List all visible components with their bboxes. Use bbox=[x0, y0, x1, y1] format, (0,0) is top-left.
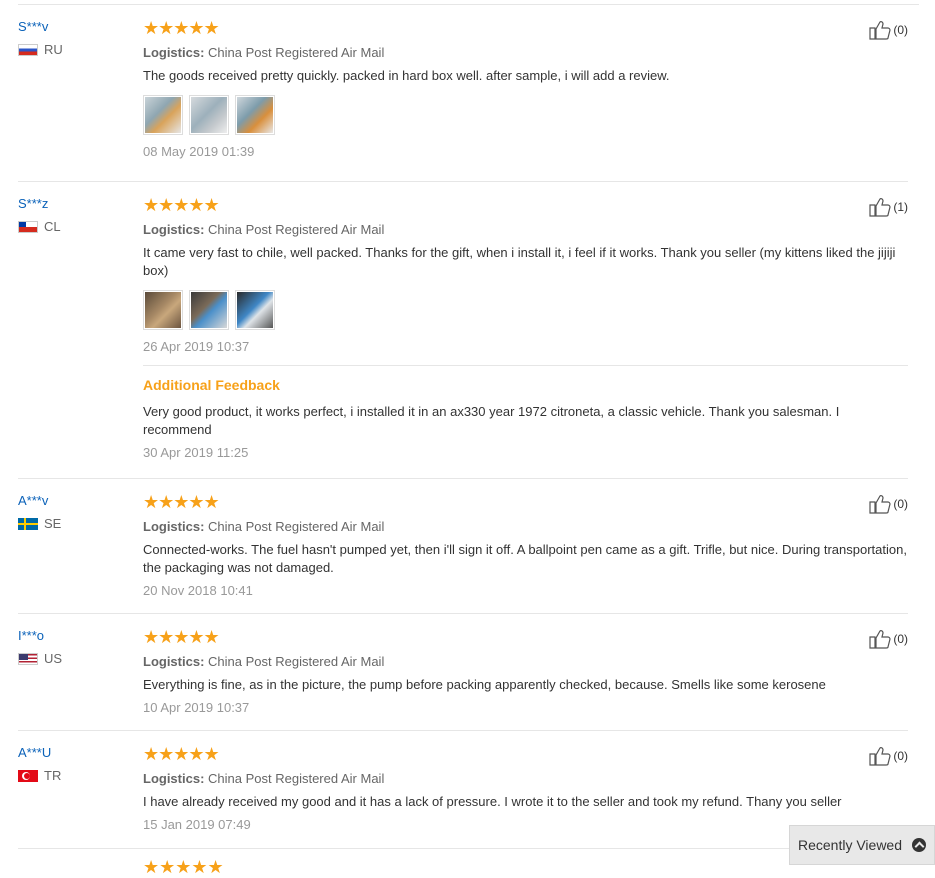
flag-se-icon bbox=[18, 517, 38, 530]
logistics-line: Logistics: China Post Registered Air Mai… bbox=[143, 770, 908, 787]
like-count: (0) bbox=[893, 632, 908, 646]
thumbs-up-icon bbox=[869, 198, 891, 217]
thumbs-up-icon bbox=[869, 495, 891, 514]
flag-cl-icon bbox=[18, 220, 38, 233]
logistics-value: China Post Registered Air Mail bbox=[208, 222, 385, 237]
like-button[interactable]: (0) bbox=[869, 494, 908, 514]
star-rating: ★★★★★ bbox=[143, 492, 220, 512]
logistics-line: Logistics: China Post Registered Air Mai… bbox=[143, 221, 908, 238]
reviewer-country: SE bbox=[18, 516, 128, 531]
reviewer-info: A***v SE bbox=[18, 492, 128, 531]
star-rating: ★★★★★ bbox=[143, 627, 220, 647]
like-button[interactable]: (0) bbox=[869, 20, 908, 40]
reviewer-country: US bbox=[18, 651, 128, 666]
country-code: TR bbox=[44, 768, 62, 783]
review-body: ★★★★★ Logistics: China Post Registered A… bbox=[143, 492, 908, 599]
reviewer-country: RU bbox=[18, 42, 128, 57]
reviewer-info: I***o US bbox=[18, 627, 128, 666]
logistics-line: Logistics: China Post Registered Air Mai… bbox=[143, 653, 908, 670]
review-date: 26 Apr 2019 10:37 bbox=[143, 339, 250, 354]
review-text: The goods received pretty quickly. packe… bbox=[143, 68, 670, 83]
thumbs-up-icon bbox=[869, 747, 891, 766]
review-item: A***v SE ★★★★★ Logistics: China Post Reg… bbox=[18, 492, 908, 614]
reviewer-info: S***z CL bbox=[18, 195, 128, 234]
divider bbox=[143, 365, 908, 366]
review-item: S***z CL ★★★★★ Logistics: China Post Reg… bbox=[18, 195, 908, 479]
logistics-line: Logistics: China Post Registered Air Mai… bbox=[143, 518, 908, 535]
review-photo-thumbnail[interactable] bbox=[235, 290, 275, 330]
review-text: Everything is fine, as in the picture, t… bbox=[143, 677, 826, 692]
logistics-label: Logistics: bbox=[143, 771, 205, 786]
review-item: I***o US ★★★★★ Logistics: China Post Reg… bbox=[18, 627, 908, 731]
like-count: (1) bbox=[893, 200, 908, 214]
additional-feedback-text: Very good product, it works perfect, i i… bbox=[143, 404, 840, 437]
reviewer-country: TR bbox=[18, 768, 128, 783]
logistics-value: China Post Registered Air Mail bbox=[208, 771, 385, 786]
star-rating: ★★★★★ bbox=[143, 744, 220, 764]
star-rating-partial: ★★★★★ bbox=[143, 857, 224, 877]
logistics-value: China Post Registered Air Mail bbox=[208, 654, 385, 669]
flag-ru-icon bbox=[18, 43, 38, 56]
logistics-label: Logistics: bbox=[143, 222, 205, 237]
reviewer-name[interactable]: I***o bbox=[18, 627, 128, 645]
review-photo-thumbnail[interactable] bbox=[189, 290, 229, 330]
logistics-value: China Post Registered Air Mail bbox=[208, 45, 385, 60]
reviewer-name[interactable]: S***z bbox=[18, 195, 128, 213]
chevron-up-icon bbox=[912, 838, 927, 852]
reviewer-info: S***v RU bbox=[18, 18, 128, 57]
recently-viewed-label: Recently Viewed bbox=[797, 837, 903, 853]
review-date: 10 Apr 2019 10:37 bbox=[143, 700, 250, 715]
review-photo-thumbnail[interactable] bbox=[143, 290, 183, 330]
review-photos bbox=[143, 95, 908, 135]
review-photo-thumbnail[interactable] bbox=[235, 95, 275, 135]
review-item: A***U TR ★★★★★ Logistics: China Post Reg… bbox=[18, 744, 908, 849]
flag-us-icon bbox=[18, 652, 38, 665]
recently-viewed-button[interactable]: Recently Viewed bbox=[789, 825, 935, 865]
thumbs-up-icon bbox=[869, 21, 891, 40]
review-text: I have already received my good and it h… bbox=[143, 794, 842, 809]
divider bbox=[18, 4, 919, 5]
logistics-label: Logistics: bbox=[143, 519, 205, 534]
review-body: ★★★★★ Logistics: China Post Registered A… bbox=[143, 18, 908, 160]
review-photos bbox=[143, 290, 908, 330]
review-photo-thumbnail[interactable] bbox=[143, 95, 183, 135]
additional-feedback-date: 30 Apr 2019 11:25 bbox=[143, 445, 249, 460]
review-date: 08 May 2019 01:39 bbox=[143, 144, 255, 159]
review-body: ★★★★★ Logistics: China Post Registered A… bbox=[143, 627, 908, 716]
thumbs-up-icon bbox=[869, 630, 891, 649]
like-button[interactable]: (0) bbox=[869, 746, 908, 766]
review-date: 20 Nov 2018 10:41 bbox=[143, 583, 253, 598]
logistics-label: Logistics: bbox=[143, 45, 205, 60]
reviewer-name[interactable]: A***v bbox=[18, 492, 128, 510]
country-code: SE bbox=[44, 516, 62, 531]
like-button[interactable]: (0) bbox=[869, 629, 908, 649]
additional-feedback-title: Additional Feedback bbox=[143, 377, 280, 393]
review-body: ★★★★★ Logistics: China Post Registered A… bbox=[143, 744, 908, 833]
country-code: RU bbox=[44, 42, 63, 57]
country-code: CL bbox=[44, 219, 61, 234]
like-button[interactable]: (1) bbox=[869, 197, 908, 217]
logistics-line: Logistics: China Post Registered Air Mai… bbox=[143, 44, 908, 61]
like-count: (0) bbox=[893, 749, 908, 763]
review-body: ★★★★★ Logistics: China Post Registered A… bbox=[143, 195, 908, 461]
star-rating: ★★★★★ bbox=[143, 18, 220, 38]
logistics-label: Logistics: bbox=[143, 654, 205, 669]
reviewer-info: A***U TR bbox=[18, 744, 128, 783]
like-count: (0) bbox=[893, 23, 908, 37]
review-text: It came very fast to chile, well packed.… bbox=[143, 245, 896, 278]
review-photo-thumbnail[interactable] bbox=[189, 95, 229, 135]
like-count: (0) bbox=[893, 497, 908, 511]
country-code: US bbox=[44, 651, 63, 666]
review-item: S***v RU ★★★★★ Logistics: China Post Reg… bbox=[18, 18, 908, 182]
star-rating: ★★★★★ bbox=[143, 195, 220, 215]
review-text: Connected-works. The fuel hasn't pumped … bbox=[143, 542, 907, 575]
logistics-value: China Post Registered Air Mail bbox=[208, 519, 385, 534]
flag-tr-icon bbox=[18, 769, 38, 782]
reviewer-country: CL bbox=[18, 219, 128, 234]
reviewer-name[interactable]: A***U bbox=[18, 744, 128, 762]
reviewer-name[interactable]: S***v bbox=[18, 18, 128, 36]
